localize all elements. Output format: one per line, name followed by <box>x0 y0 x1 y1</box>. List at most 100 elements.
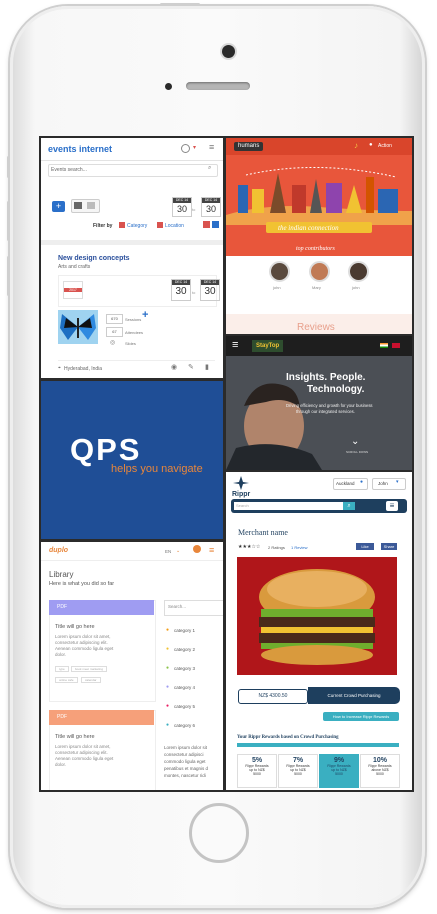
grid-icon[interactable] <box>212 221 219 228</box>
increase-rewards-button[interactable]: How to Increase Rippr Rewards <box>323 712 399 721</box>
contributor-avatar[interactable] <box>309 261 330 282</box>
side-text: montes, nascetur ridi <box>164 773 206 778</box>
card-body: Lorem ipsum dolor sit amet, <box>55 634 111 639</box>
scroll-down-label[interactable]: SCROLL DOWN <box>346 450 368 454</box>
user-icon[interactable]: ● <box>369 142 373 148</box>
category-dot: ● <box>166 722 170 728</box>
share-button[interactable]: Share <box>381 543 397 550</box>
list-view-icon[interactable] <box>74 202 82 209</box>
stat-sessions-label: Sessions <box>125 317 142 322</box>
home-button[interactable] <box>189 803 249 863</box>
library-app-panel: duplo EN ⌄ ≡ Library Here is what you di… <box>41 542 223 790</box>
language-selector[interactable]: EN <box>165 549 171 554</box>
map-pin-icon: ● <box>360 479 364 485</box>
date-from[interactable]: DEC 14 30 <box>172 197 192 217</box>
calendar-icon[interactable] <box>203 221 210 228</box>
grid-view-icon[interactable] <box>87 202 95 209</box>
reviews-heading: Reviews <box>297 322 335 333</box>
notification-icon[interactable] <box>193 545 201 553</box>
review-link[interactable]: 1 Review <box>291 545 307 550</box>
category-item[interactable]: category 2 <box>174 647 195 652</box>
tag-chip[interactable]: online cafe <box>55 677 78 683</box>
burger-photo <box>237 557 397 675</box>
chevron-down-icon[interactable]: ▾ <box>193 144 196 151</box>
search-icon[interactable]: ⌕ <box>208 165 211 172</box>
category-item[interactable]: category 1 <box>174 628 195 633</box>
library-subtitle: Here is what you did so far <box>49 581 115 587</box>
divider <box>41 240 223 245</box>
uk-flag-icon[interactable] <box>392 343 400 348</box>
qps-panel: QPS helps you navigate <box>41 381 223 539</box>
reward-pct: 9% <box>333 757 345 764</box>
landmarks-illustration <box>226 166 412 225</box>
crowd-purchasing-button[interactable]: Current Crowd Purchasing <box>308 687 400 704</box>
side-text: penatibus et magnis d <box>164 766 209 771</box>
add-button[interactable]: + <box>52 201 65 212</box>
category-item[interactable]: category 5 <box>174 704 195 709</box>
category-filter[interactable]: Category <box>127 223 147 229</box>
category-item[interactable]: category 3 <box>174 666 195 671</box>
action-menu[interactable]: Action <box>378 143 392 149</box>
date-to-day: 30 <box>205 204 216 214</box>
tag-chip[interactable]: book meet marketing <box>71 666 108 672</box>
butterfly-image <box>58 310 98 344</box>
category-icon <box>119 222 125 228</box>
card-body: Aenean commodo ligula eget <box>55 646 114 651</box>
qps-tagline: helps you navigate <box>111 463 203 475</box>
rippr-logo[interactable]: Rippr <box>232 491 250 498</box>
delete-icon[interactable]: ▮ <box>205 363 209 371</box>
location-pin-icon: ⌖ <box>58 365 61 371</box>
category-item[interactable]: category 6 <box>174 723 195 728</box>
humans-logo[interactable]: humans <box>234 142 264 151</box>
menu-button[interactable]: ≡ <box>386 501 398 511</box>
document-card[interactable] <box>49 600 156 702</box>
date-to[interactable]: DEC 14 30 <box>201 197 221 217</box>
bell-icon[interactable]: ♪ <box>354 141 358 150</box>
reward-tier[interactable]: 10% Rippr Rewards above NZ$ 5000 <box>360 754 400 788</box>
date-from-day: 30 <box>176 204 187 214</box>
location-filter[interactable]: Location <box>165 223 184 229</box>
contributor-avatar[interactable] <box>269 261 290 282</box>
card-body: Aenean commodo ligula eget <box>55 756 114 761</box>
tag-chip[interactable]: calendar <box>81 677 101 683</box>
event-thumbnail: 2017 <box>63 281 83 299</box>
events-logo[interactable]: events internet <box>48 144 112 154</box>
rippr-logo-icon[interactable] <box>233 476 249 490</box>
reward-tier-active[interactable]: 9% Rippr Rewards up to NZ$ 5000 <box>319 754 359 788</box>
chevron-down-icon[interactable]: ⌄ <box>351 436 359 447</box>
reward-tier[interactable]: 7% Rippr Rewards up to NZ$ 5000 <box>278 754 318 788</box>
edit-icon[interactable]: ✎ <box>188 363 194 371</box>
category-item[interactable]: category 4 <box>174 685 195 690</box>
event-title[interactable]: New design concepts <box>58 255 130 262</box>
like-button[interactable]: Like <box>356 543 374 550</box>
stat-attendees: 67 <box>106 327 123 337</box>
card-body: dolor. <box>55 762 67 767</box>
menu-icon[interactable]: ≡ <box>232 339 238 351</box>
duplo-logo[interactable]: duplo <box>49 547 68 554</box>
search-button[interactable]: ⌕ <box>343 502 355 510</box>
volume-up-button <box>7 201 10 241</box>
hero-body-1: Driving efficiency and growth for your b… <box>286 403 373 408</box>
reward-tier[interactable]: 5% Rippr Rewards up to NZ$ 5000 <box>237 754 277 788</box>
add-session-icon[interactable]: + <box>142 309 148 321</box>
hero-headline-2: Technology. <box>307 384 365 395</box>
india-flag-icon[interactable] <box>380 343 388 348</box>
contributor-avatar[interactable] <box>348 261 369 282</box>
tag-chip[interactable]: type <box>55 666 69 672</box>
menu-icon[interactable]: ≡ <box>209 142 214 152</box>
event-location: Hyderabad, India <box>64 366 103 372</box>
user-label: John <box>378 481 388 486</box>
pdf-tag: PDF <box>49 600 154 615</box>
staytop-logo[interactable]: StayTop <box>252 340 284 352</box>
user-avatar-icon[interactable] <box>181 144 190 153</box>
search-input[interactable] <box>234 502 352 510</box>
menu-icon[interactable]: ≡ <box>209 545 214 555</box>
library-title: Library <box>49 570 74 579</box>
price-box: NZ$ 4300.50 <box>238 689 308 704</box>
user-dropdown-icon: ▾ <box>396 479 399 485</box>
rating-stars[interactable]: ★★★☆☆ <box>238 544 260 550</box>
side-text: commodo ligula eget <box>164 759 206 764</box>
front-camera <box>222 45 235 58</box>
staytop-app-panel: ≡ StayTop Insights. People. Technology. … <box>226 336 412 470</box>
view-icon[interactable]: ◉ <box>171 363 177 371</box>
